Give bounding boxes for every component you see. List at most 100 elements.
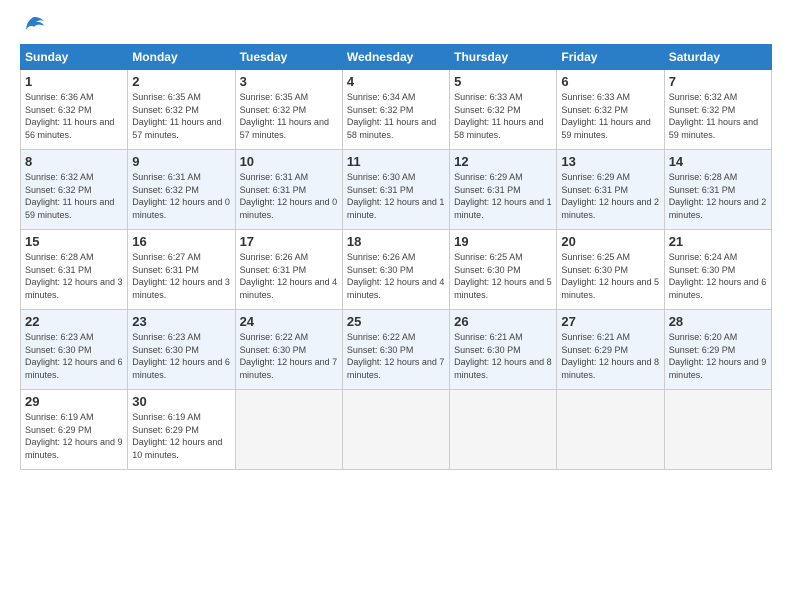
day-number: 15: [25, 234, 123, 249]
day-number: 26: [454, 314, 552, 329]
day-number: 12: [454, 154, 552, 169]
day-cell: 7 Sunrise: 6:32 AMSunset: 6:32 PMDaylight…: [664, 70, 771, 150]
day-number: 25: [347, 314, 445, 329]
day-cell: [342, 390, 449, 470]
day-cell: 13Sunrise: 6:29 AMSunset: 6:31 PMDayligh…: [557, 150, 664, 230]
day-info: Sunrise: 6:19 AMSunset: 6:29 PMDaylight:…: [132, 411, 230, 461]
day-info: Sunrise: 6:23 AMSunset: 6:30 PMDaylight:…: [132, 331, 230, 381]
day-header-monday: Monday: [128, 45, 235, 70]
week-row-5: 29 Sunrise: 6:19 AMSunset: 6:29 PMDayligh…: [21, 390, 772, 470]
day-cell: [450, 390, 557, 470]
calendar-table: SundayMondayTuesdayWednesdayThursdayFrid…: [20, 44, 772, 470]
logo: [20, 16, 46, 32]
day-info: Sunrise: 6:24 AMSunset: 6:30 PMDaylight:…: [669, 251, 767, 301]
day-number: 4: [347, 74, 445, 89]
day-info: Sunrise: 6:26 AMSunset: 6:31 PMDaylight:…: [240, 251, 338, 301]
day-info: Sunrise: 6:25 AMSunset: 6:30 PMDaylight:…: [454, 251, 552, 301]
day-cell: 30 Sunrise: 6:19 AMSunset: 6:29 PMDayligh…: [128, 390, 235, 470]
day-info: Sunrise: 6:34 AMSunset: 6:32 PMDaylight:…: [347, 91, 445, 141]
day-cell: 11 Sunrise: 6:30 AMSunset: 6:31 PMDayligh…: [342, 150, 449, 230]
week-row-2: 8 Sunrise: 6:32 AMSunset: 6:32 PMDaylight…: [21, 150, 772, 230]
day-info: Sunrise: 6:21 AMSunset: 6:30 PMDaylight:…: [454, 331, 552, 381]
day-number: 29: [25, 394, 123, 409]
day-number: 11: [347, 154, 445, 169]
day-info: Sunrise: 6:21 AMSunset: 6:29 PMDaylight:…: [561, 331, 659, 381]
day-number: 7: [669, 74, 767, 89]
header: [20, 16, 772, 32]
day-info: Sunrise: 6:26 AMSunset: 6:30 PMDaylight:…: [347, 251, 445, 301]
day-info: Sunrise: 6:29 AMSunset: 6:31 PMDaylight:…: [561, 171, 659, 221]
day-info: Sunrise: 6:35 AMSunset: 6:32 PMDaylight:…: [132, 91, 230, 141]
day-info: Sunrise: 6:36 AMSunset: 6:32 PMDaylight:…: [25, 91, 123, 141]
day-cell: 1 Sunrise: 6:36 AMSunset: 6:32 PMDaylight…: [21, 70, 128, 150]
day-number: 1: [25, 74, 123, 89]
day-cell: 25 Sunrise: 6:22 AMSunset: 6:30 PMDayligh…: [342, 310, 449, 390]
day-cell: 16Sunrise: 6:27 AMSunset: 6:31 PMDayligh…: [128, 230, 235, 310]
day-cell: [235, 390, 342, 470]
day-header-thursday: Thursday: [450, 45, 557, 70]
day-cell: 12Sunrise: 6:29 AMSunset: 6:31 PMDayligh…: [450, 150, 557, 230]
day-info: Sunrise: 6:32 AMSunset: 6:32 PMDaylight:…: [25, 171, 123, 221]
day-header-saturday: Saturday: [664, 45, 771, 70]
day-header-friday: Friday: [557, 45, 664, 70]
day-number: 6: [561, 74, 659, 89]
day-info: Sunrise: 6:25 AMSunset: 6:30 PMDaylight:…: [561, 251, 659, 301]
day-number: 2: [132, 74, 230, 89]
day-cell: 26 Sunrise: 6:21 AMSunset: 6:30 PMDayligh…: [450, 310, 557, 390]
day-info: Sunrise: 6:31 AMSunset: 6:32 PMDaylight:…: [132, 171, 230, 221]
day-number: 8: [25, 154, 123, 169]
day-info: Sunrise: 6:30 AMSunset: 6:31 PMDaylight:…: [347, 171, 445, 221]
day-info: Sunrise: 6:20 AMSunset: 6:29 PMDaylight:…: [669, 331, 767, 381]
day-cell: 29 Sunrise: 6:19 AMSunset: 6:29 PMDayligh…: [21, 390, 128, 470]
day-header-wednesday: Wednesday: [342, 45, 449, 70]
day-cell: 23 Sunrise: 6:23 AMSunset: 6:30 PMDayligh…: [128, 310, 235, 390]
day-number: 23: [132, 314, 230, 329]
day-number: 5: [454, 74, 552, 89]
day-cell: 8 Sunrise: 6:32 AMSunset: 6:32 PMDaylight…: [21, 150, 128, 230]
day-number: 10: [240, 154, 338, 169]
day-cell: 3Sunrise: 6:35 AMSunset: 6:32 PMDaylight…: [235, 70, 342, 150]
day-cell: [557, 390, 664, 470]
day-number: 28: [669, 314, 767, 329]
days-header-row: SundayMondayTuesdayWednesdayThursdayFrid…: [21, 45, 772, 70]
day-info: Sunrise: 6:28 AMSunset: 6:31 PMDaylight:…: [669, 171, 767, 221]
day-cell: 6Sunrise: 6:33 AMSunset: 6:32 PMDaylight…: [557, 70, 664, 150]
week-row-4: 22 Sunrise: 6:23 AMSunset: 6:30 PMDayligh…: [21, 310, 772, 390]
day-info: Sunrise: 6:28 AMSunset: 6:31 PMDaylight:…: [25, 251, 123, 301]
day-number: 18: [347, 234, 445, 249]
week-row-3: 15 Sunrise: 6:28 AMSunset: 6:31 PMDayligh…: [21, 230, 772, 310]
day-info: Sunrise: 6:33 AMSunset: 6:32 PMDaylight:…: [454, 91, 552, 141]
day-number: 24: [240, 314, 338, 329]
day-info: Sunrise: 6:23 AMSunset: 6:30 PMDaylight:…: [25, 331, 123, 381]
day-cell: 17Sunrise: 6:26 AMSunset: 6:31 PMDayligh…: [235, 230, 342, 310]
day-cell: 2 Sunrise: 6:35 AMSunset: 6:32 PMDaylight…: [128, 70, 235, 150]
day-number: 3: [240, 74, 338, 89]
day-header-tuesday: Tuesday: [235, 45, 342, 70]
day-info: Sunrise: 6:31 AMSunset: 6:31 PMDaylight:…: [240, 171, 338, 221]
day-cell: 18 Sunrise: 6:26 AMSunset: 6:30 PMDayligh…: [342, 230, 449, 310]
main-container: SundayMondayTuesdayWednesdayThursdayFrid…: [0, 0, 792, 480]
day-cell: [664, 390, 771, 470]
day-info: Sunrise: 6:22 AMSunset: 6:30 PMDaylight:…: [347, 331, 445, 381]
day-info: Sunrise: 6:32 AMSunset: 6:32 PMDaylight:…: [669, 91, 767, 141]
day-cell: 14 Sunrise: 6:28 AMSunset: 6:31 PMDayligh…: [664, 150, 771, 230]
day-info: Sunrise: 6:22 AMSunset: 6:30 PMDaylight:…: [240, 331, 338, 381]
day-number: 30: [132, 394, 230, 409]
day-number: 20: [561, 234, 659, 249]
day-cell: 28 Sunrise: 6:20 AMSunset: 6:29 PMDayligh…: [664, 310, 771, 390]
day-info: Sunrise: 6:27 AMSunset: 6:31 PMDaylight:…: [132, 251, 230, 301]
logo-bird-icon: [24, 16, 46, 36]
day-cell: 21 Sunrise: 6:24 AMSunset: 6:30 PMDayligh…: [664, 230, 771, 310]
day-cell: 10 Sunrise: 6:31 AMSunset: 6:31 PMDayligh…: [235, 150, 342, 230]
day-cell: 5 Sunrise: 6:33 AMSunset: 6:32 PMDaylight…: [450, 70, 557, 150]
day-number: 21: [669, 234, 767, 249]
day-cell: 22 Sunrise: 6:23 AMSunset: 6:30 PMDayligh…: [21, 310, 128, 390]
day-number: 9: [132, 154, 230, 169]
day-cell: 24 Sunrise: 6:22 AMSunset: 6:30 PMDayligh…: [235, 310, 342, 390]
day-number: 22: [25, 314, 123, 329]
day-info: Sunrise: 6:19 AMSunset: 6:29 PMDaylight:…: [25, 411, 123, 461]
day-cell: 20 Sunrise: 6:25 AMSunset: 6:30 PMDayligh…: [557, 230, 664, 310]
day-cell: 4 Sunrise: 6:34 AMSunset: 6:32 PMDaylight…: [342, 70, 449, 150]
day-number: 14: [669, 154, 767, 169]
day-cell: 15 Sunrise: 6:28 AMSunset: 6:31 PMDayligh…: [21, 230, 128, 310]
